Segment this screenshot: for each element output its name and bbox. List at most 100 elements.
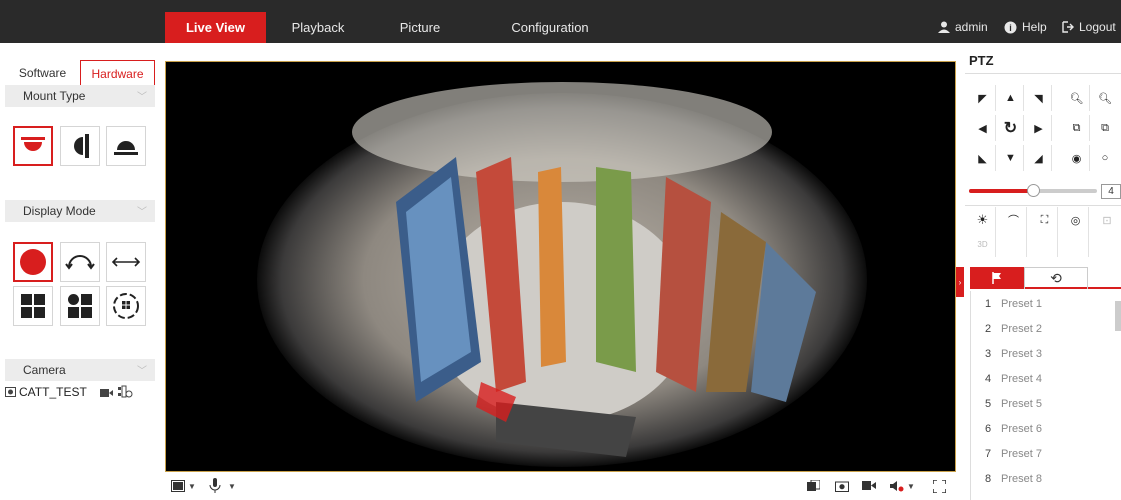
iris-open-button[interactable]: ◉: [1064, 145, 1090, 171]
iris-close-button[interactable]: ○: [1092, 145, 1118, 171]
list-item[interactable]: 5 Preset 5: [979, 391, 1119, 416]
list-item[interactable]: 6 Preset 6: [979, 416, 1119, 441]
iris-icon: ○: [1101, 152, 1109, 164]
display-fisheye-ptz-button[interactable]: [60, 286, 100, 326]
mount-desktop-button[interactable]: [106, 126, 146, 166]
display-180-button[interactable]: [106, 242, 146, 282]
ptz-down-button[interactable]: ▼: [998, 145, 1024, 171]
tab-playback-label: Playback: [291, 20, 345, 35]
panel-collapse-handle[interactable]: ›: [956, 267, 964, 297]
preset-list: 1 Preset 1 2 Preset 2 3 Preset 3 4 Preset 4 …: [970, 291, 1121, 500]
zoom-out-icon: 🔍︎: [1098, 92, 1112, 105]
user-menu[interactable]: admin: [938, 20, 988, 34]
fisheye-icon: [20, 249, 46, 275]
focus-far-button[interactable]: ⧉: [1092, 115, 1118, 141]
subtab-hardware[interactable]: Hardware: [80, 60, 155, 86]
window-split-icon[interactable]: [171, 480, 185, 492]
preset-name: Preset 6: [1001, 422, 1042, 435]
camera-settings-icon[interactable]: [118, 385, 133, 399]
chevron-down-icon[interactable]: ▼: [188, 482, 196, 491]
ptz-down-left-button[interactable]: ◣: [970, 145, 996, 171]
tab-presets[interactable]: [970, 267, 1024, 289]
tab-live-view-label: Live View: [185, 20, 245, 35]
ptz-left-button[interactable]: ◀: [970, 115, 996, 141]
tab-configuration[interactable]: Configuration: [475, 12, 625, 43]
camera-list-item[interactable]: CATT_TEST: [5, 385, 87, 399]
ptz-up-left-button[interactable]: ◤: [970, 85, 996, 111]
wiper-button[interactable]: ⌒: [1001, 207, 1027, 233]
record-icon[interactable]: [100, 388, 113, 398]
mount-wall-button[interactable]: [60, 126, 100, 166]
display-mode-header[interactable]: Display Mode ﹀: [5, 200, 155, 222]
microphone-icon[interactable]: [209, 478, 221, 493]
tab-playback[interactable]: Playback: [272, 12, 364, 43]
preset-name: Preset 3: [1001, 347, 1042, 360]
speaker-mute-icon[interactable]: [890, 480, 904, 492]
ptz-up-right-button[interactable]: ◥: [1026, 85, 1052, 111]
logout-icon: [1062, 21, 1074, 33]
light-button[interactable]: ☀: [970, 207, 996, 233]
zoom-out-button[interactable]: 🔍︎: [1092, 85, 1118, 111]
tab-picture-label: Picture: [399, 20, 441, 35]
ptz-title: PTZ: [969, 53, 994, 68]
camera-header[interactable]: Camera ﹀: [5, 359, 155, 381]
ptz-down-right-button[interactable]: ◢: [1026, 145, 1052, 171]
zoom-in-button[interactable]: 🔍︎: [1064, 85, 1090, 111]
preset-name: Preset 5: [1001, 397, 1042, 410]
display-quad-button[interactable]: [13, 286, 53, 326]
chevron-down-icon[interactable]: ▼: [228, 482, 236, 491]
lens-init-button[interactable]: ◎: [1063, 207, 1089, 233]
video-viewport[interactable]: [165, 61, 956, 472]
list-item[interactable]: 8 Preset 8: [979, 466, 1119, 491]
preset-name: Preset 8: [1001, 472, 1042, 485]
preset-number: 2: [985, 322, 992, 335]
list-item[interactable]: 1 Preset 1: [979, 291, 1119, 316]
tab-live-view[interactable]: Live View: [165, 12, 266, 43]
list-item[interactable]: 7 Preset 7: [979, 441, 1119, 466]
speed-slider[interactable]: [969, 184, 1097, 197]
tab-picture[interactable]: Picture: [378, 12, 462, 43]
scrollbar-thumb[interactable]: [1115, 301, 1121, 331]
list-item[interactable]: 3 Preset 3: [979, 341, 1119, 366]
tab-patrol[interactable]: ⟲: [1024, 267, 1088, 289]
speed-slider-handle[interactable]: [1027, 184, 1040, 197]
display-fisheye-button[interactable]: [13, 242, 53, 282]
list-item[interactable]: 2 Preset 2: [979, 316, 1119, 341]
ptz-right-button[interactable]: ▶: [1026, 115, 1052, 141]
mount-type-header[interactable]: Mount Type ﹀: [5, 85, 155, 107]
focus-icon: ⧉: [1101, 121, 1109, 134]
empty-slot: [1032, 231, 1058, 257]
preset-number: 3: [985, 347, 992, 360]
mount-ceiling-button[interactable]: [13, 126, 53, 166]
preset-number: 7: [985, 447, 992, 460]
list-item[interactable]: 4 Preset 4: [979, 366, 1119, 391]
display-multi-ptz-button[interactable]: [106, 286, 146, 326]
snapshot-camera-icon[interactable]: [835, 480, 849, 492]
subtab-software-label: Software: [18, 66, 67, 80]
ptz-up-button[interactable]: ▲: [998, 85, 1024, 111]
empty-slot: [1001, 231, 1027, 257]
capture-icon[interactable]: [807, 480, 820, 493]
focus-assist-button[interactable]: ⛶: [1032, 207, 1058, 233]
zoom-in-icon: 🔍︎: [1069, 92, 1084, 105]
preset-name: Preset 2: [1001, 322, 1042, 335]
focus-near-button[interactable]: ⧉: [1064, 115, 1090, 141]
fullscreen-icon[interactable]: [933, 480, 946, 493]
focus-frame-icon: ⛶: [1040, 213, 1049, 226]
chevron-down-icon: ﹀: [137, 92, 147, 103]
subtab-software[interactable]: Software: [5, 60, 80, 86]
manual-track-button[interactable]: ⊡: [1094, 207, 1120, 233]
panorama-arc-icon: [65, 255, 95, 270]
record-video-icon[interactable]: [862, 480, 876, 491]
lens-icon: ◎: [1070, 214, 1081, 227]
chevron-down-icon[interactable]: ▼: [907, 482, 915, 491]
camera-icon: [5, 387, 16, 397]
ptz-auto-button[interactable]: ↻: [998, 115, 1024, 141]
segmented-circle-icon: [113, 293, 139, 319]
3d-zoom-button[interactable]: 3D: [970, 231, 996, 257]
camera-label: Camera: [23, 363, 66, 377]
quad-grid-icon: [21, 294, 45, 318]
display-panorama-button[interactable]: [60, 242, 100, 282]
logout-link[interactable]: Logout: [1062, 20, 1116, 34]
help-link[interactable]: i Help: [1004, 20, 1047, 34]
